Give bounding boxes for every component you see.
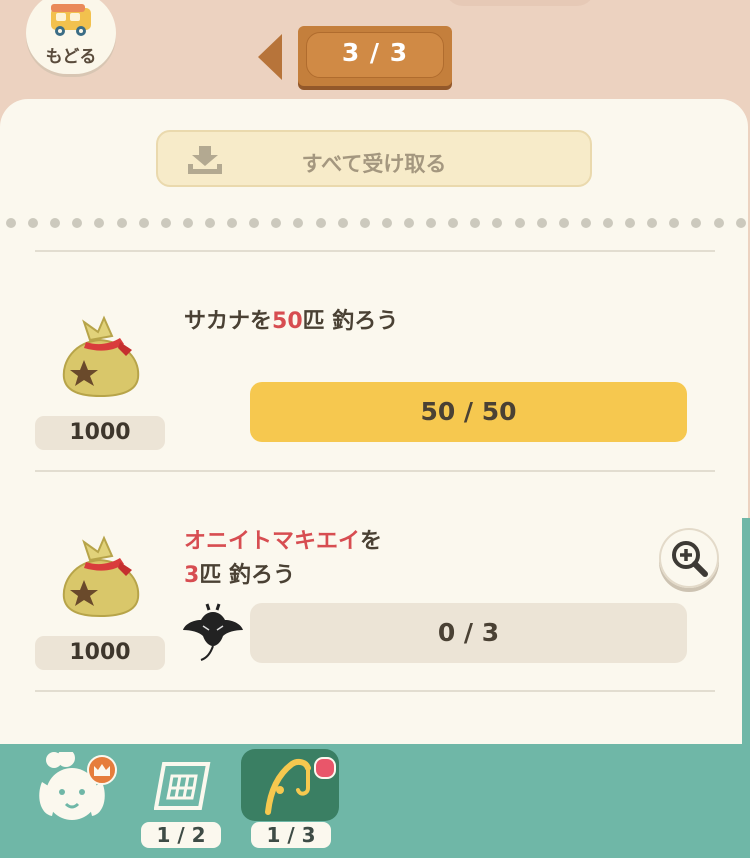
separator-dot xyxy=(691,218,702,228)
separator-dot xyxy=(182,218,193,228)
fishing-rod-icon xyxy=(265,758,311,815)
zoom-button[interactable] xyxy=(659,528,719,588)
page-indicator: 3 / 3 xyxy=(298,26,452,86)
separator-dot xyxy=(669,218,680,228)
separator-dot xyxy=(403,218,414,228)
reward-amount: 1000 xyxy=(35,416,165,450)
top-tab-decoration xyxy=(445,0,595,6)
separator-dot xyxy=(28,218,39,228)
separator-dot xyxy=(470,218,481,228)
divider xyxy=(35,690,715,692)
calendar-icon xyxy=(153,762,211,810)
separator-dot xyxy=(381,218,392,228)
magnifier-plus-icon xyxy=(672,541,708,577)
back-button[interactable]: もどる xyxy=(26,0,116,74)
quest-title-text: サカナを xyxy=(184,309,273,334)
quest-title: オニイトマキエイを 3匹 釣ろう xyxy=(184,525,382,593)
claim-all-button[interactable]: すべて受け取る xyxy=(156,130,592,187)
separator-dot xyxy=(359,218,370,228)
back-label: もどる xyxy=(45,47,97,67)
separator-dot xyxy=(271,218,282,228)
separator-dot xyxy=(580,218,591,228)
nav-item-fishing[interactable] xyxy=(254,754,318,820)
separator-dot xyxy=(50,218,61,228)
reward-amount: 1000 xyxy=(35,636,165,670)
camper-van-icon xyxy=(51,4,91,36)
separator-dot xyxy=(448,218,459,228)
separator-dot xyxy=(514,218,525,228)
quest-target-highlight: オニイトマキエイ xyxy=(184,529,361,554)
separator-dot xyxy=(160,218,171,228)
quest-title-text: 匹 釣ろう xyxy=(302,309,399,334)
claim-all-label: すべて受け取る xyxy=(301,152,447,176)
separator-dot xyxy=(94,218,105,228)
page-indicator-text: 3 / 3 xyxy=(341,38,409,67)
separator-dot xyxy=(625,218,636,228)
previous-page-arrow-icon[interactable] xyxy=(254,32,284,82)
separator-dot xyxy=(713,218,724,228)
separator-dot xyxy=(293,218,304,228)
nav-item-calendar[interactable] xyxy=(153,760,212,816)
separator-dot xyxy=(116,218,127,228)
separator-dot xyxy=(647,218,658,228)
separator-dot xyxy=(536,218,547,228)
separator-dot xyxy=(558,218,569,228)
progress-bar-complete: 50 / 50 xyxy=(250,382,687,442)
separator-dot xyxy=(426,218,437,228)
quest-title-text: 匹 釣ろう xyxy=(199,563,295,588)
quest-title: サカナを50匹 釣ろう xyxy=(184,305,398,339)
notification-dot xyxy=(314,757,336,779)
scroll-edge xyxy=(742,518,750,744)
separator-dot xyxy=(204,218,215,228)
progress-bar: 0 / 3 xyxy=(250,603,687,663)
separator-dot xyxy=(6,218,16,228)
separator-dot xyxy=(249,218,260,228)
bell-bag-icon xyxy=(62,535,140,618)
separator-dot xyxy=(138,218,149,228)
isabelle-icon xyxy=(39,749,117,820)
nav-fishing-count: 1 / 3 xyxy=(251,822,331,848)
separator-dot xyxy=(227,218,238,228)
separator-dot xyxy=(337,218,348,228)
nav-item-isabelle[interactable] xyxy=(36,749,120,828)
separator-dot xyxy=(492,218,503,228)
separator-dot xyxy=(72,218,83,228)
manta-ray-icon xyxy=(183,603,243,661)
quest-count-highlight: 50 xyxy=(272,309,303,334)
separator-dot xyxy=(602,218,613,228)
dotted-separator xyxy=(6,218,746,230)
divider xyxy=(35,250,715,252)
separator-dot xyxy=(735,218,746,228)
nav-calendar-count: 1 / 2 xyxy=(141,822,221,848)
quest-count-highlight: 3 xyxy=(184,563,200,588)
quest-title-text: を xyxy=(360,529,383,554)
divider xyxy=(35,470,715,472)
bell-bag-icon xyxy=(62,315,140,398)
separator-dot xyxy=(315,218,326,228)
